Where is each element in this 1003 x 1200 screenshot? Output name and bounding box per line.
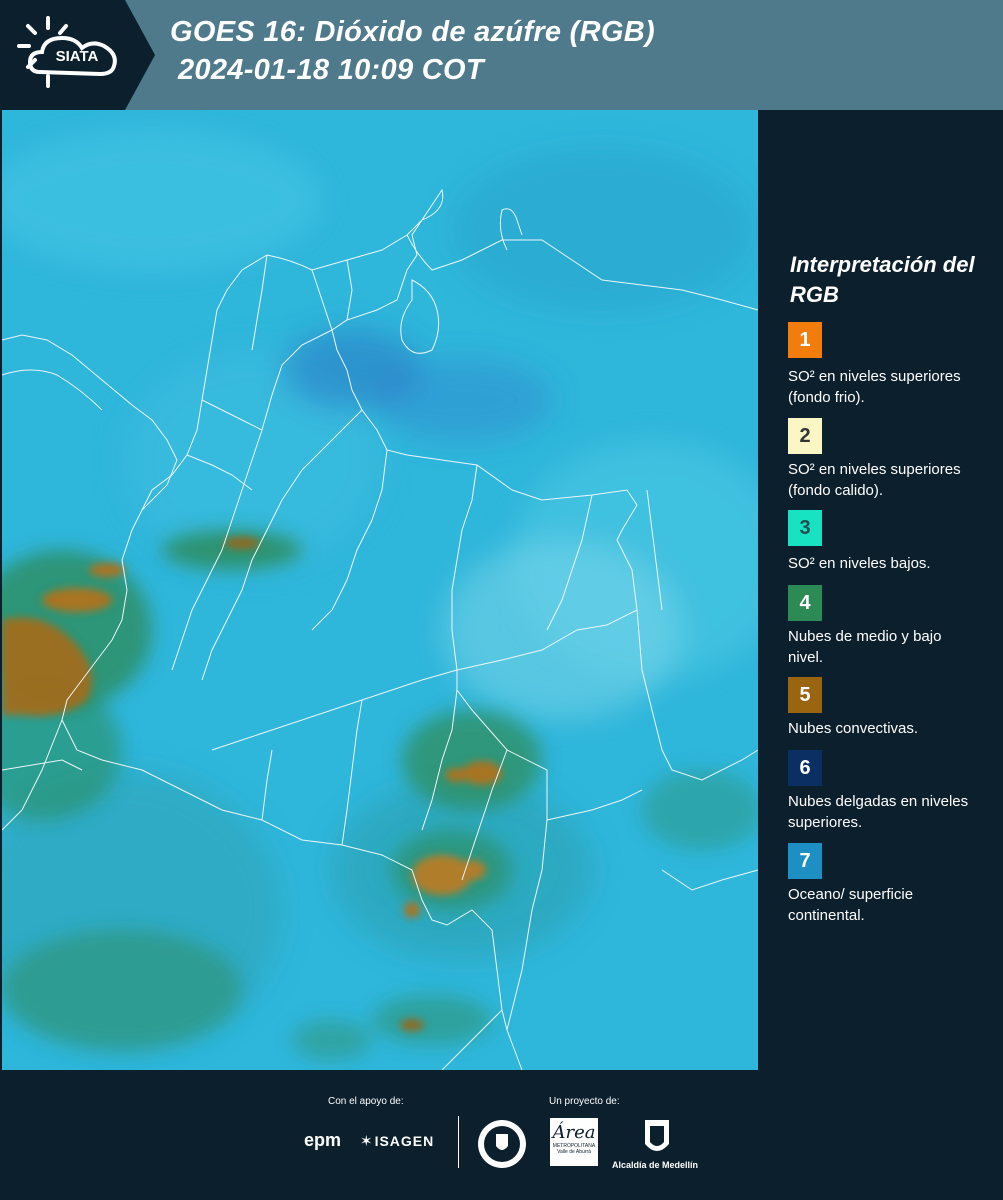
legend-label-4: Nubes de medio y bajo nivel. bbox=[788, 628, 942, 666]
footer-divider bbox=[458, 1116, 459, 1168]
logo-text: SIATA bbox=[56, 48, 99, 65]
legend-number-1: 1 bbox=[799, 328, 811, 351]
legend-label-3: SO² en niveles bajos. bbox=[788, 555, 931, 572]
legend-number-4: 4 bbox=[799, 591, 811, 614]
legend-label-6: Nubes delgadas en niveles superiores. bbox=[788, 793, 969, 831]
legend-label-5: Nubes convectivas. bbox=[788, 720, 919, 737]
timestamp: 2024-01-18 10:09 COT bbox=[178, 54, 484, 86]
alcaldia-shield bbox=[645, 1120, 669, 1151]
area-metro-sub: Valle de Aburrá bbox=[557, 1149, 591, 1155]
legend-swatch-7: 7 bbox=[788, 843, 822, 879]
legend-label-1: SO² en niveles superiores (fondo frio). bbox=[788, 368, 961, 406]
medellin-seal bbox=[478, 1120, 526, 1168]
legend-swatch-3: 3 bbox=[788, 510, 822, 546]
support-label: Con el apoyo de: bbox=[328, 1096, 404, 1107]
legend-number-7: 7 bbox=[799, 849, 811, 872]
legend-swatch-2: 2 bbox=[788, 418, 822, 454]
satellite-map bbox=[2, 110, 758, 1070]
legend-swatch-4: 4 bbox=[788, 585, 822, 621]
isagen-text: ISAGEN bbox=[374, 1133, 435, 1149]
legend-label-2: SO² en niveles superiores (fondo calido)… bbox=[788, 461, 961, 499]
legend-swatch-6: 6 bbox=[788, 750, 822, 786]
siata-logo: SIATA bbox=[0, 0, 155, 110]
legend-number-6: 6 bbox=[799, 756, 811, 779]
legend-swatch-1: 1 bbox=[788, 322, 822, 358]
legend-number-3: 3 bbox=[799, 516, 811, 539]
header-bar: SIATA GOES 16: Dióxido de azúfre (RGB) 2… bbox=[0, 0, 1003, 110]
alcaldia-text: Alcaldía de Medellín bbox=[612, 1160, 699, 1170]
isagen-logo: ✶ ISAGEN bbox=[360, 1133, 435, 1150]
legend-number-5: 5 bbox=[799, 683, 811, 706]
area-metropolitana-logo: Área METROPOLITANA Valle de Aburrá bbox=[550, 1118, 598, 1166]
epm-logo: epm bbox=[304, 1130, 342, 1150]
legend-swatch-5: 5 bbox=[788, 677, 822, 713]
legend-title: Interpretación del RGB bbox=[790, 252, 975, 307]
project-label: Un proyecto de: bbox=[549, 1096, 620, 1107]
page-title: GOES 16: Dióxido de azúfre (RGB) bbox=[170, 16, 655, 48]
footer: Con el apoyo de: Un proyecto de: epm ✶ IS… bbox=[0, 1070, 1003, 1200]
legend-panel: Interpretación del RGB 1 SO² en niveles … bbox=[758, 110, 1003, 1070]
legend-label-7: Oceano/ superficie continental. bbox=[788, 886, 914, 924]
legend-number-2: 2 bbox=[799, 424, 811, 447]
